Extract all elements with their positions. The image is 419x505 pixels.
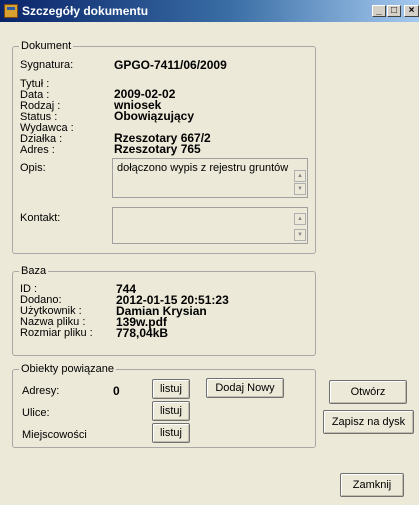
scroll-down-icon[interactable]: ▼ [294,229,306,241]
maximize-button[interactable]: □ [387,5,401,17]
scroll-up-icon[interactable]: ▲ [294,213,306,225]
scroll-down-icon[interactable]: ▼ [294,183,306,195]
otworz-button[interactable]: Otwórz [329,380,407,404]
listuj-miejscowosci-button[interactable]: listuj [152,423,190,443]
obiekty-legend: Obiekty powiązane [19,363,116,375]
adresy-label: Adresy: [22,385,60,397]
zamknij-button[interactable]: Zamknij [340,473,404,497]
rozmiar-pliku-value: 778,04kB [116,326,169,340]
opis-text: dołączono wypis z rejestru gruntów [117,162,289,174]
adresy-count: 0 [113,384,120,398]
minimize-button[interactable]: _ [372,5,386,17]
kontakt-textbox[interactable]: ▲ ▼ [112,207,308,244]
button-label: listuj [159,405,182,417]
app-icon [4,4,18,18]
opis-textbox[interactable]: dołączono wypis z rejestru gruntów ▲ ▼ [112,158,308,198]
listuj-adresy-button[interactable]: listuj [152,379,190,399]
zapisz-na-dysk-button[interactable]: Zapisz na dysk [323,410,414,434]
kontakt-scrollbar[interactable]: ▲ ▼ [294,209,306,242]
window-title: Szczegóły dokumentu [22,4,149,18]
button-label: Otwórz [350,386,386,398]
dokument-legend: Dokument [19,40,74,52]
opis-label: Opis: [20,162,46,174]
kontakt-label: Kontakt: [20,212,61,224]
adres-label: Adres : [20,144,55,156]
button-label: Zamknij [352,479,392,491]
dodaj-nowy-button[interactable]: Dodaj Nowy [206,378,284,398]
button-label: Zapisz na dysk [331,416,406,428]
title-bar[interactable]: Szczegóły dokumentu _ □ × [0,0,419,22]
button-label: Dodaj Nowy [215,382,275,394]
adres-value: Rzeszotary 765 [114,142,201,156]
status-value: Obowiązujący [114,109,195,123]
ulice-label: Ulice: [22,407,50,419]
listuj-ulice-button[interactable]: listuj [152,401,190,421]
sygnatura-label: Sygnatura: [20,59,74,71]
close-button[interactable]: × [404,5,419,17]
baza-legend: Baza [19,265,49,277]
rozmiar-pliku-label: Rozmiar pliku : [20,327,93,339]
opis-scrollbar[interactable]: ▲ ▼ [294,160,306,196]
scroll-up-icon[interactable]: ▲ [294,170,306,182]
miejscowosci-label: Miejscowości [22,429,87,441]
button-label: listuj [159,383,182,395]
button-label: listuj [159,427,182,439]
sygnatura-value: GPGO-7411/06/2009 [114,58,227,72]
